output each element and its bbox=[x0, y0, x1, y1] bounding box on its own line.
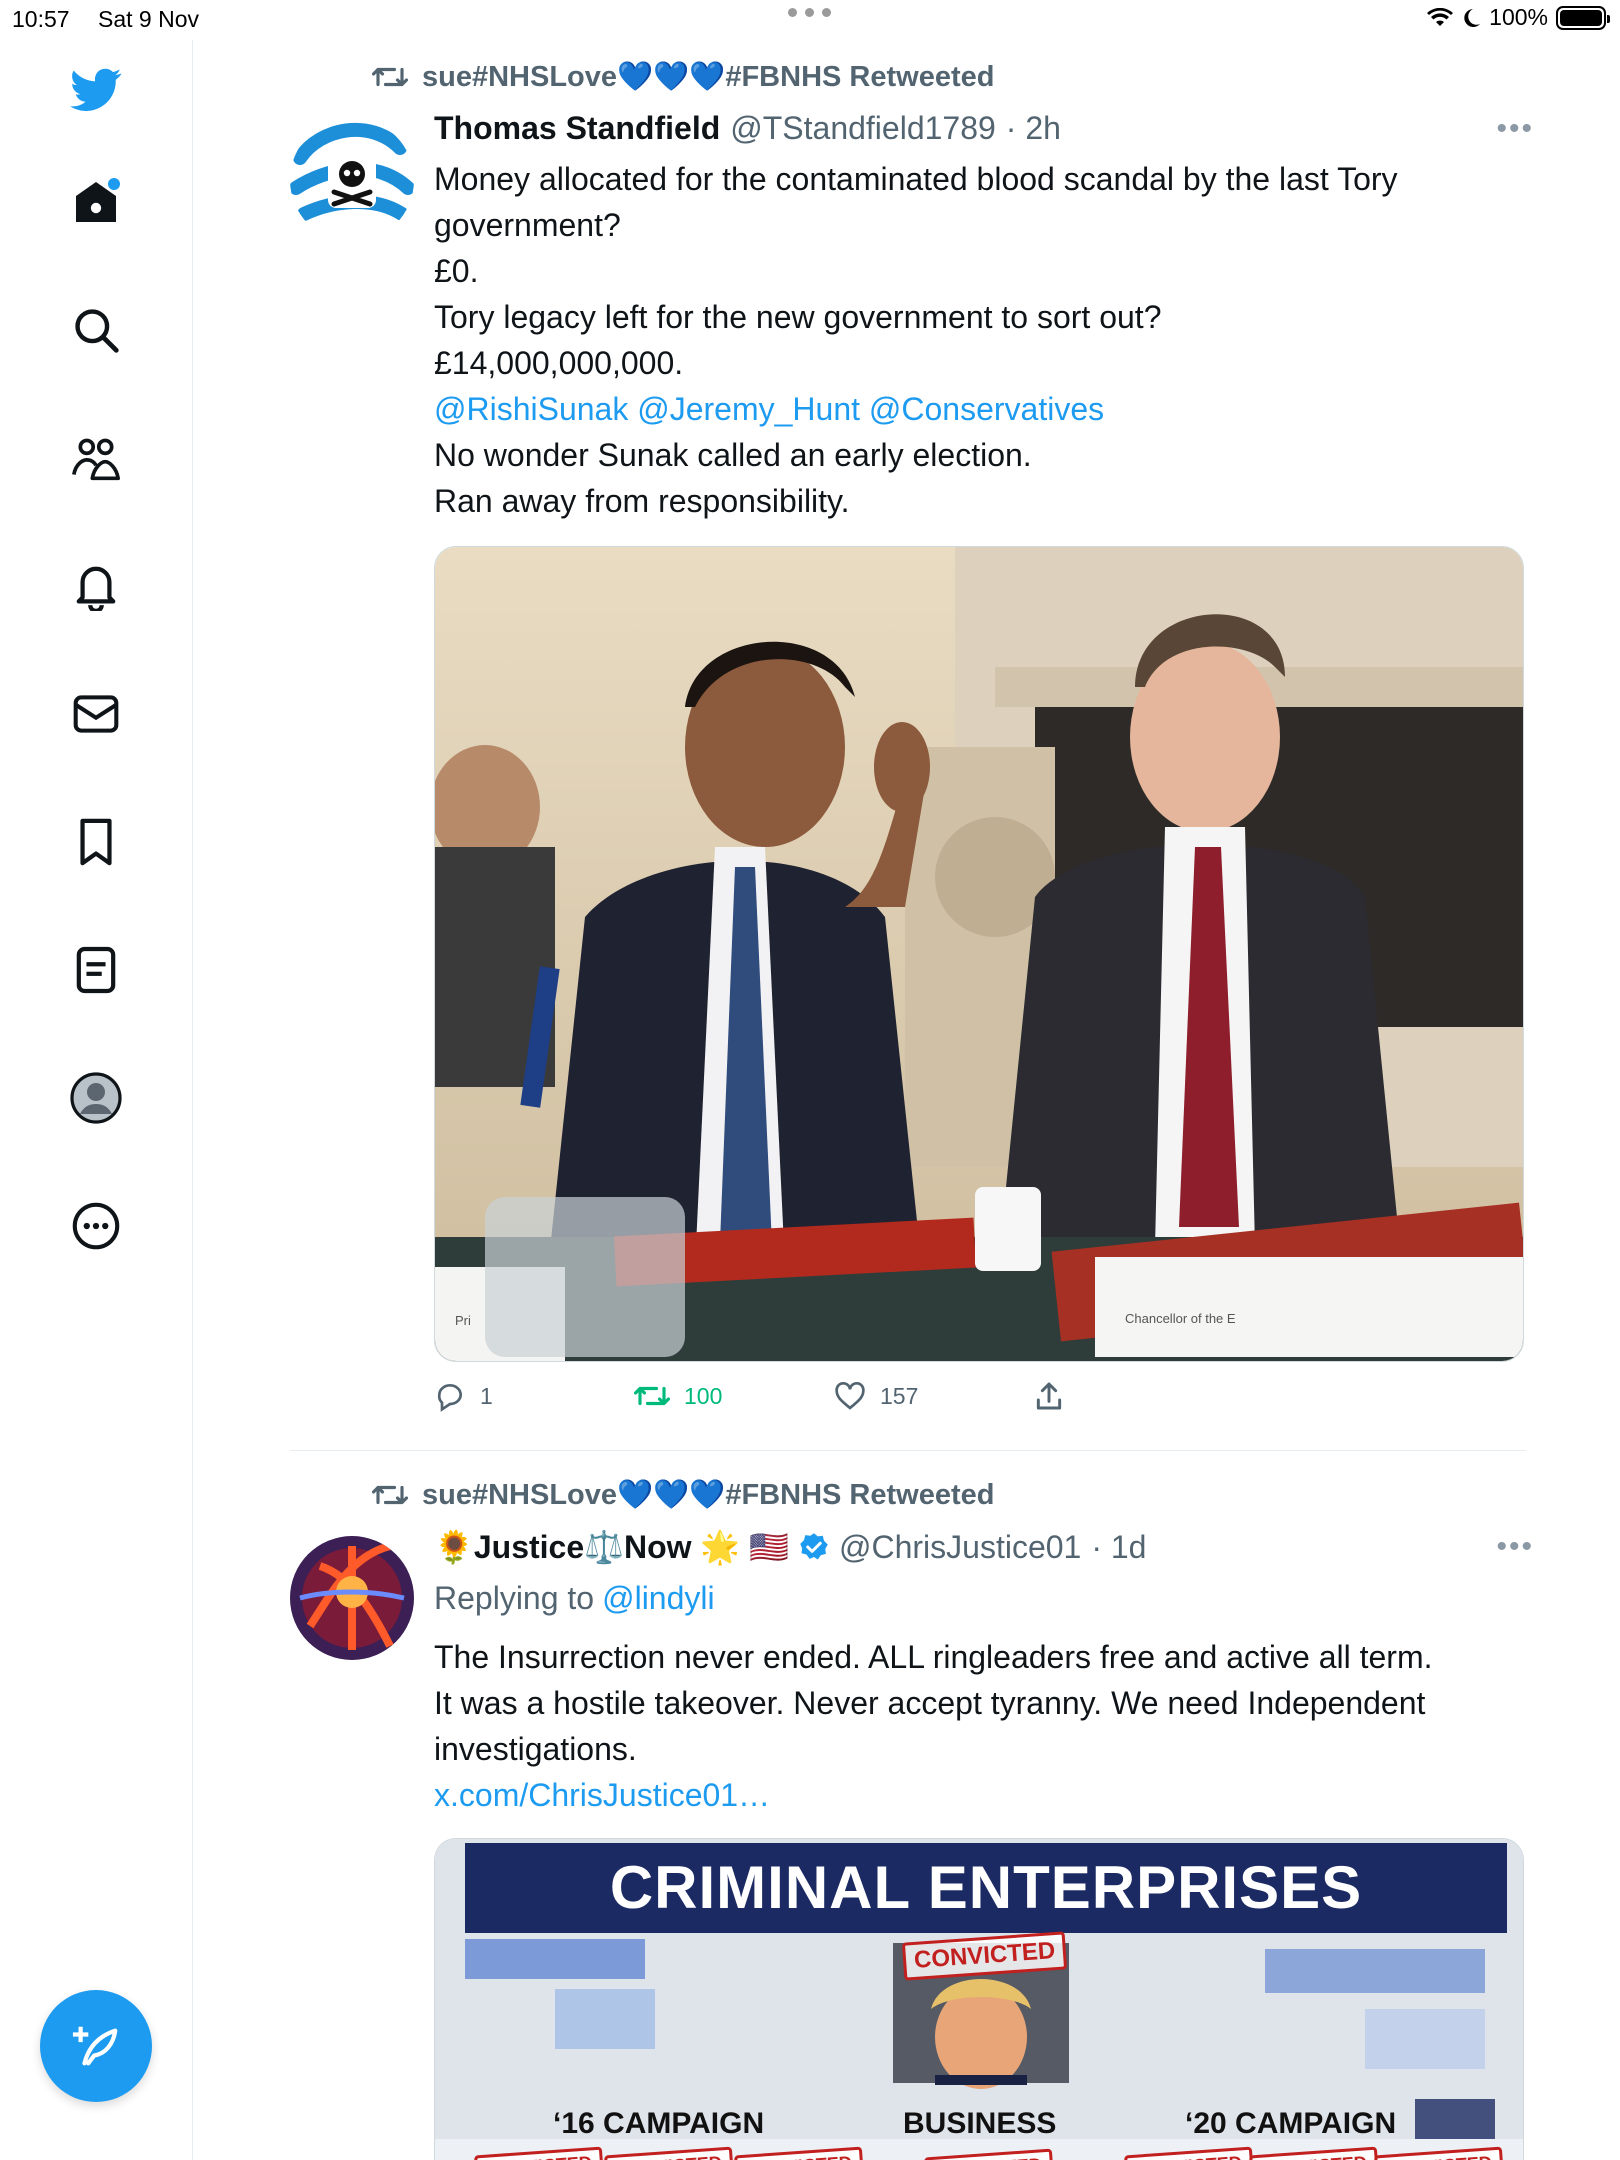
tweet-photo[interactable]: CRIMINAL ENTERPRISES CONVICTED ‘16 CAMPA… bbox=[434, 1838, 1524, 2160]
tweet-line: government? bbox=[434, 207, 621, 243]
replying-to: Replying to @lindyli bbox=[434, 1580, 715, 1617]
status-date: Sat 9 Nov bbox=[98, 6, 199, 32]
tweet-line: £0. bbox=[434, 253, 479, 289]
battery-icon bbox=[1556, 5, 1610, 30]
tweet-text: The Insurrection never ended. ALL ringle… bbox=[434, 1634, 1534, 1818]
replying-to-label: Replying to bbox=[434, 1580, 595, 1616]
retweet-context: sue#NHSLove💙💙💙#FBNHS Retweeted bbox=[372, 60, 994, 94]
more-icon[interactable] bbox=[60, 1190, 132, 1262]
wifi-icon bbox=[1427, 7, 1454, 26]
tweet-line: £14,000,000,000. bbox=[434, 345, 684, 381]
tweet-line: The Insurrection never ended. ALL ringle… bbox=[434, 1639, 1433, 1675]
messages-icon[interactable] bbox=[60, 678, 132, 750]
replying-to-handle[interactable]: @lindyli bbox=[602, 1580, 715, 1617]
graphic-title: CRIMINAL ENTERPRISES bbox=[465, 1843, 1507, 1933]
tweet-text: Money allocated for the contaminated blo… bbox=[434, 156, 1534, 524]
reply-count: 1 bbox=[480, 1382, 493, 1409]
status-bar: 10:57 Sat 9 Nov 100% bbox=[0, 0, 1620, 40]
tweet-line: Tory legacy left for the new government … bbox=[434, 299, 1162, 335]
home-icon[interactable] bbox=[60, 166, 132, 238]
multitasking-dots-icon[interactable] bbox=[788, 8, 831, 17]
retweet-button[interactable]: 100 bbox=[634, 1382, 834, 1410]
tweet-actions: 1 100 157 bbox=[434, 1380, 1134, 1412]
author-name[interactable]: Thomas Standfield bbox=[434, 110, 720, 147]
communities-icon[interactable] bbox=[60, 422, 132, 494]
share-button[interactable] bbox=[1034, 1380, 1064, 1412]
sidebar bbox=[0, 40, 193, 2160]
retweet-context: sue#NHSLove💙💙💙#FBNHS Retweeted bbox=[372, 1478, 994, 1512]
moon-icon bbox=[1464, 8, 1481, 27]
tweet-divider bbox=[290, 1450, 1526, 1451]
tweet-line: It was a hostile takeover. Never accept … bbox=[434, 1685, 1426, 1721]
bookmarks-icon[interactable] bbox=[60, 806, 132, 878]
status-indicators: 100% bbox=[1427, 4, 1610, 31]
compose-button[interactable] bbox=[40, 1990, 152, 2102]
twitter-logo-icon[interactable] bbox=[60, 54, 132, 126]
place-card-left: Pri bbox=[455, 1313, 471, 1328]
verified-badge-icon bbox=[800, 1533, 828, 1560]
retweeted-by-label[interactable]: sue#NHSLove💙💙💙#FBNHS Retweeted bbox=[422, 1478, 994, 1512]
retweet-icon bbox=[372, 1485, 408, 1505]
tweet-line: Ran away from responsibility. bbox=[434, 483, 850, 519]
retweeted-by-label[interactable]: sue#NHSLove💙💙💙#FBNHS Retweeted bbox=[422, 60, 994, 94]
status-time: 10:57 bbox=[12, 6, 70, 32]
search-icon[interactable] bbox=[60, 294, 132, 366]
lists-icon[interactable] bbox=[60, 934, 132, 1006]
tweet-more-icon[interactable]: ••• bbox=[1496, 1530, 1534, 1564]
tweet-more-icon[interactable]: ••• bbox=[1496, 112, 1534, 146]
tweet-header: Thomas Standfield @TStandfield1789 · 2h bbox=[434, 110, 1061, 147]
compose-icon bbox=[72, 2026, 118, 2066]
retweet-icon bbox=[372, 67, 408, 87]
tweet-line: investigations. bbox=[434, 1731, 637, 1767]
tweet-line: No wonder Sunak called an early election… bbox=[434, 437, 1032, 473]
reply-button[interactable]: 1 bbox=[434, 1380, 634, 1412]
like-button[interactable]: 157 bbox=[834, 1381, 1034, 1411]
tweet-time[interactable]: · 1d bbox=[1091, 1529, 1146, 1566]
criminal-enterprises-graphic: CRIMINAL ENTERPRISES CONVICTED ‘16 CAMPA… bbox=[435, 1839, 1523, 2160]
author-handle[interactable]: @ChrisJustice01 bbox=[839, 1529, 1081, 1566]
avatar[interactable] bbox=[290, 1536, 414, 1660]
notifications-icon[interactable] bbox=[60, 550, 132, 622]
graphic-label: ‘20 CAMPAIGN bbox=[1185, 2107, 1397, 2140]
tweet-photo[interactable]: Pri Chancellor of the E bbox=[434, 546, 1524, 1362]
retweet-icon bbox=[634, 1386, 670, 1406]
heart-icon bbox=[835, 1382, 865, 1410]
place-card-right: Chancellor of the E bbox=[1125, 1311, 1236, 1326]
author-name[interactable]: 🌻Justice⚖️Now 🌟 🇺🇸 bbox=[434, 1528, 789, 1566]
tweet-link[interactable]: x.com/ChrisJustice01… bbox=[434, 1772, 1534, 1818]
tweet-header: 🌻Justice⚖️Now 🌟 🇺🇸 @ChrisJustice01 · 1d bbox=[434, 1528, 1146, 1566]
tweet-time[interactable]: · 2h bbox=[1006, 110, 1061, 147]
share-icon bbox=[1036, 1382, 1062, 1410]
reply-icon bbox=[437, 1384, 462, 1412]
like-count: 157 bbox=[880, 1382, 919, 1409]
battery-percent: 100% bbox=[1489, 4, 1548, 30]
graphic-label: BUSINESS bbox=[903, 2107, 1057, 2140]
avatar[interactable] bbox=[290, 118, 414, 242]
tweet-line: Money allocated for the contaminated blo… bbox=[434, 161, 1398, 197]
timeline-feed[interactable]: sue#NHSLove💙💙💙#FBNHS Retweeted Thomas St… bbox=[194, 40, 1620, 2160]
author-handle[interactable]: @TStandfield1789 bbox=[730, 110, 996, 147]
retweet-count: 100 bbox=[684, 1382, 723, 1409]
tweet-mentions[interactable]: @RishiSunak @Jeremy_Hunt @Conservatives bbox=[434, 386, 1534, 432]
graphic-label: ‘16 CAMPAIGN bbox=[553, 2107, 765, 2140]
profile-icon[interactable] bbox=[60, 1062, 132, 1134]
